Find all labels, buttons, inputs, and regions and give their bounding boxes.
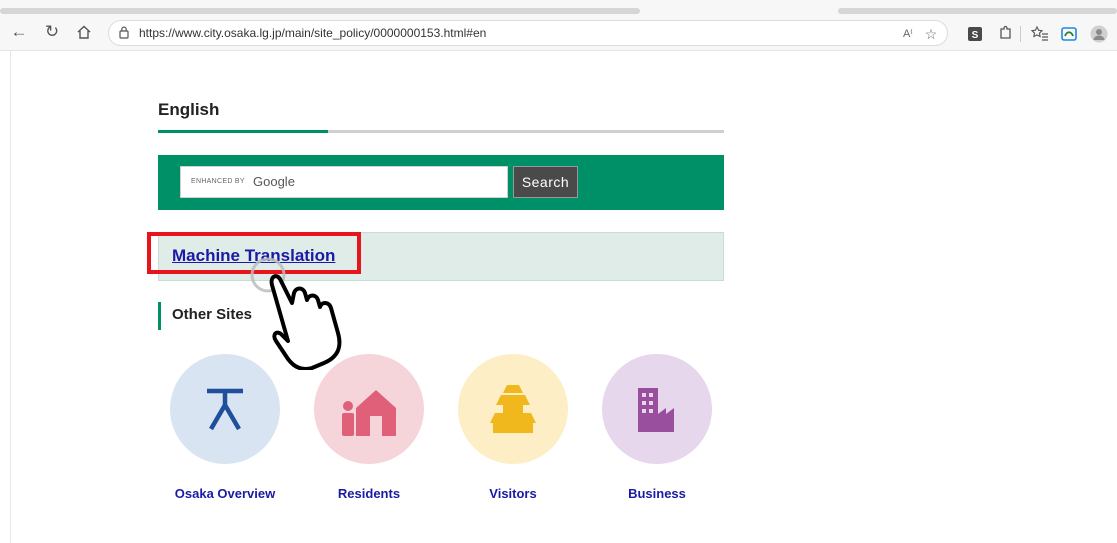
house-person-icon <box>342 390 396 436</box>
extensions-icon[interactable] <box>996 25 1014 43</box>
address-bar-row: ← ↻ https://www.city.osaka.lg.jp/main/si… <box>0 16 1117 51</box>
osaka-city-emblem-icon <box>207 388 243 431</box>
site-label[interactable]: Residents <box>289 486 449 501</box>
extension-s-icon[interactable]: S <box>966 25 984 43</box>
site-label[interactable]: Business <box>577 486 737 501</box>
other-sites-title: Other Sites <box>172 306 253 323</box>
castle-icon <box>490 385 536 433</box>
page-left-border <box>10 50 11 543</box>
search-input[interactable]: ENHANCED BY Google <box>180 166 508 198</box>
svg-text:S: S <box>972 30 979 41</box>
search-panel: ENHANCED BY Google Search <box>158 155 724 210</box>
refresh-icon[interactable]: ↻ <box>41 21 63 43</box>
collections-icon[interactable] <box>1060 25 1078 43</box>
search-brand-prefix: ENHANCED BY <box>191 178 245 185</box>
site-label[interactable]: Osaka Overview <box>145 486 305 501</box>
read-aloud-icon[interactable]: A⁽ <box>899 26 917 42</box>
hand-pointer-cursor-icon <box>250 257 342 370</box>
back-icon[interactable]: ← <box>8 21 30 43</box>
site-label[interactable]: Visitors <box>433 486 593 501</box>
url-text: https://www.city.osaka.lg.jp/main/site_p… <box>139 26 487 40</box>
title-underline-accent <box>158 130 328 133</box>
title-underline <box>158 130 724 133</box>
other-sites-accent-bar <box>158 302 161 330</box>
active-tab[interactable] <box>0 8 640 14</box>
address-field[interactable]: https://www.city.osaka.lg.jp/main/site_p… <box>108 20 948 46</box>
tab-strip <box>0 0 1117 16</box>
search-button[interactable]: Search <box>513 166 578 198</box>
lock-icon <box>119 26 129 39</box>
favorites-icon[interactable] <box>1031 25 1049 43</box>
inactive-tab[interactable] <box>838 8 1117 14</box>
home-icon[interactable] <box>73 21 95 43</box>
factory-building-icon <box>638 388 674 432</box>
section-title: English <box>158 100 220 119</box>
search-brand-name: Google <box>253 174 295 189</box>
profile-avatar-icon[interactable] <box>1090 25 1108 43</box>
toolbar-divider <box>1020 26 1021 42</box>
favorite-star-icon[interactable]: ☆ <box>922 26 940 42</box>
